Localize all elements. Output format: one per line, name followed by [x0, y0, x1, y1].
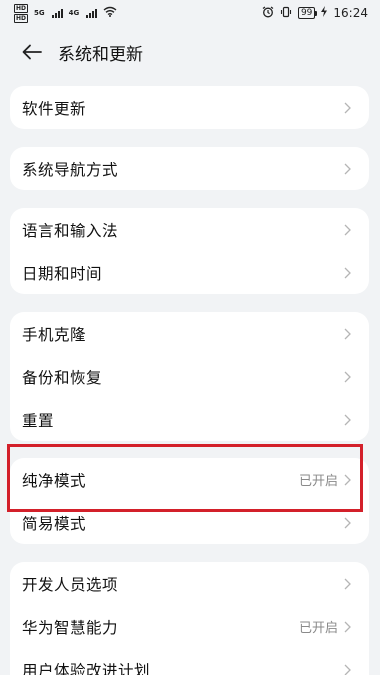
chevron-right-icon — [344, 267, 351, 279]
settings-item-label: 简易模式 — [22, 514, 87, 533]
settings-item-label: 语言和输入法 — [22, 221, 119, 240]
chevron-right-icon — [344, 621, 351, 633]
chevron-right-icon — [344, 102, 351, 114]
settings-item-label: 用户体验改进计划 — [22, 661, 151, 675]
settings-group: 软件更新 — [10, 86, 369, 129]
chevron-right-icon — [344, 474, 351, 486]
network-type-2: 4G — [68, 9, 80, 17]
settings-item-label: 日期和时间 — [22, 264, 103, 283]
settings-group: 系统导航方式 — [10, 147, 369, 190]
settings-item-label: 备份和恢复 — [22, 368, 103, 387]
settings-item-backup-restore[interactable]: 备份和恢复 — [10, 355, 369, 398]
settings-group: 开发人员选项 华为智慧能力 已开启 用户体验改进计划 — [10, 562, 369, 675]
status-right: 99 16:24 — [262, 6, 368, 21]
chevron-right-icon — [344, 371, 351, 383]
settings-item-status: 已开启 — [298, 621, 338, 636]
chevron-right-icon — [344, 224, 351, 236]
header: 系统和更新 — [0, 30, 380, 74]
settings-item-simple-mode[interactable]: 简易模式 — [10, 501, 369, 544]
settings-item-software-update[interactable]: 软件更新 — [10, 86, 369, 129]
sim1-hd-badge: HD — [14, 3, 29, 13]
battery-level: 99 — [297, 7, 318, 19]
settings-item-language-input[interactable]: 语言和输入法 — [10, 208, 369, 251]
settings-item-reset[interactable]: 重置 — [10, 398, 369, 441]
chevron-right-icon — [344, 664, 351, 675]
settings-item-date-time[interactable]: 日期和时间 — [10, 251, 369, 294]
chevron-right-icon — [344, 578, 351, 590]
settings-item-label: 开发人员选项 — [22, 575, 119, 594]
settings-item-navigation-mode[interactable]: 系统导航方式 — [10, 147, 369, 190]
settings-item-label: 纯净模式 — [22, 471, 87, 490]
settings-group: 纯净模式 已开启 简易模式 — [10, 458, 369, 544]
chevron-right-icon — [344, 328, 351, 340]
settings-item-ux-improvement[interactable]: 用户体验改进计划 — [10, 648, 369, 675]
vibrate-icon — [280, 6, 292, 21]
settings-item-developer-options[interactable]: 开发人员选项 — [10, 562, 369, 605]
settings-item-phone-clone[interactable]: 手机克隆 — [10, 312, 369, 355]
sim-indicators: HD HD — [14, 3, 29, 23]
alarm-icon — [262, 6, 274, 21]
chevron-right-icon — [344, 163, 351, 175]
settings-group: 语言和输入法 日期和时间 — [10, 208, 369, 294]
charging-icon — [321, 6, 328, 20]
status-left: HD HD 5G 4G — [14, 3, 117, 23]
chevron-right-icon — [344, 517, 351, 529]
settings-item-label: 软件更新 — [22, 99, 87, 118]
settings-item-label: 手机克隆 — [22, 325, 87, 344]
settings-item-huawei-ai[interactable]: 华为智慧能力 已开启 — [10, 605, 369, 648]
wifi-icon — [103, 6, 117, 20]
settings-item-label: 重置 — [22, 411, 55, 430]
chevron-right-icon — [344, 414, 351, 426]
signal-icon-2 — [86, 8, 98, 18]
page-title: 系统和更新 — [58, 44, 143, 65]
status-bar: HD HD 5G 4G 99 16:24 — [0, 0, 380, 26]
clock: 16:24 — [333, 6, 368, 20]
settings-item-status: 已开启 — [298, 474, 338, 489]
settings-item-label: 华为智慧能力 — [22, 618, 119, 637]
signal-icon — [51, 8, 63, 18]
back-arrow-icon — [22, 44, 42, 60]
settings-item-label: 系统导航方式 — [22, 160, 119, 179]
settings-item-pure-mode[interactable]: 纯净模式 已开启 — [10, 458, 369, 501]
network-type-1: 5G — [34, 9, 45, 17]
sim2-hd-badge: HD — [14, 13, 29, 23]
settings-group: 手机克隆 备份和恢复 重置 — [10, 312, 369, 441]
back-button[interactable] — [18, 38, 46, 66]
